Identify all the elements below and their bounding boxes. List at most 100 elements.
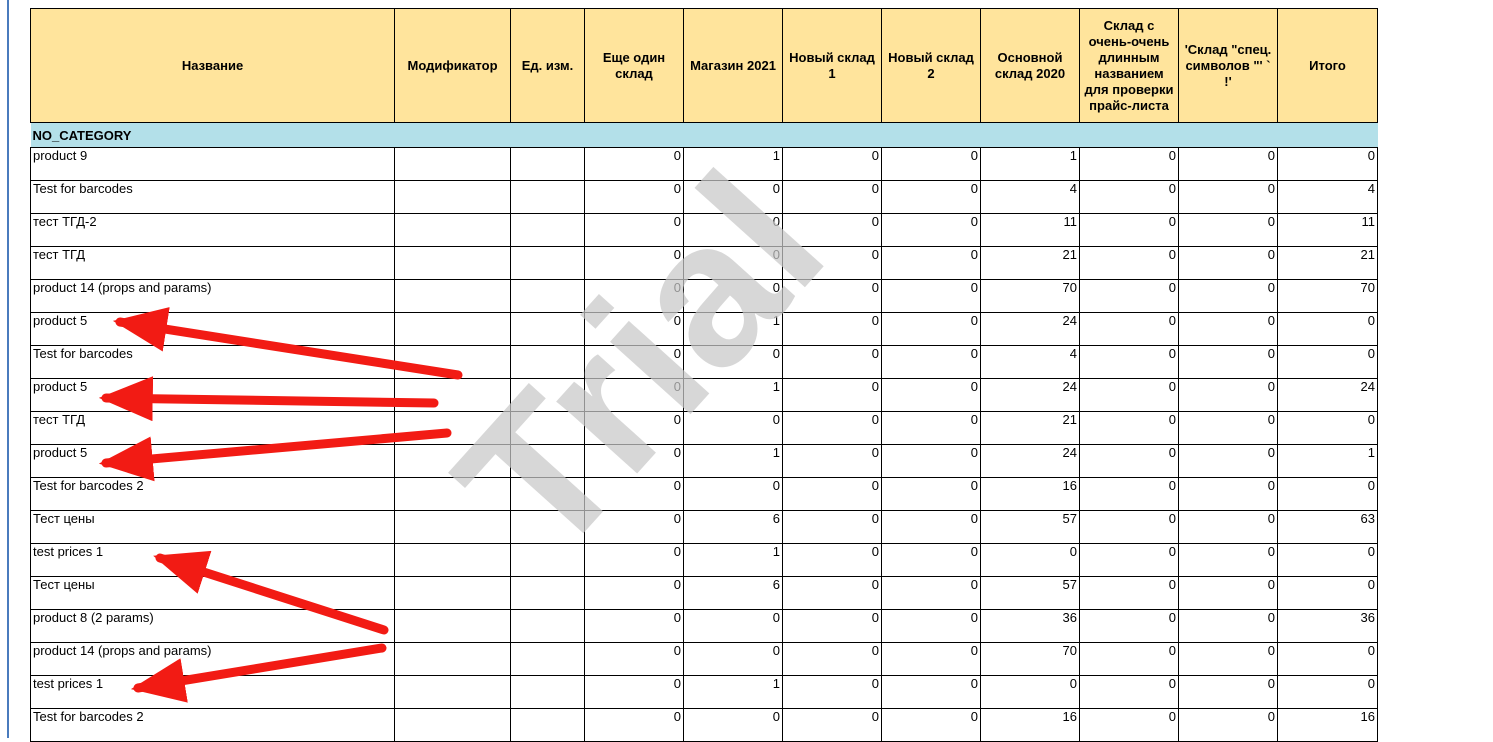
stock-cell: 0	[1079, 213, 1179, 247]
stock-cell: 0	[683, 609, 783, 643]
stock-cell: 0	[881, 708, 981, 742]
stock-cell: 0	[1079, 543, 1179, 577]
stock-cell: 0	[1079, 378, 1179, 412]
col-header-long-name-warehouse: Склад с очень-очень длинным названием дл…	[1079, 8, 1179, 123]
table-row: test prices 101000000	[30, 543, 1378, 577]
total-cell: 70	[1277, 279, 1378, 313]
product-name-cell: product 9	[30, 147, 395, 181]
stock-cell: 0	[1079, 147, 1179, 181]
stock-cell: 57	[980, 576, 1080, 610]
stock-cell: 0	[782, 609, 882, 643]
stock-cell: 0	[881, 378, 981, 412]
stock-cell: 0	[782, 180, 882, 214]
stock-cell: 0	[881, 345, 981, 379]
stock-cell: 0	[782, 543, 882, 577]
stock-cell: 0	[683, 642, 783, 676]
stock-cell: 0	[782, 510, 882, 544]
stock-cell: 0	[1079, 642, 1179, 676]
stock-cell: 0	[782, 378, 882, 412]
col-header-new-warehouse-1: Новый склад 1	[782, 8, 882, 123]
product-name-cell: product 5	[30, 444, 395, 478]
stock-cell: 0	[1178, 444, 1278, 478]
unit-cell	[510, 411, 585, 445]
stock-cell: 6	[683, 510, 783, 544]
stock-cell: 0	[1079, 444, 1179, 478]
modifier-cell	[394, 213, 511, 247]
product-name-cell: product 14 (props and params)	[30, 279, 395, 313]
unit-cell	[510, 642, 585, 676]
stock-cell: 0	[881, 510, 981, 544]
product-name-cell: product 5	[30, 312, 395, 346]
stock-cell: 0	[782, 576, 882, 610]
unit-cell	[510, 477, 585, 511]
stock-cell: 0	[881, 213, 981, 247]
stock-cell: 0	[1079, 708, 1179, 742]
modifier-cell	[394, 543, 511, 577]
stock-cell: 0	[881, 147, 981, 181]
stock-cell: 0	[881, 642, 981, 676]
product-name-cell: product 14 (props and params)	[30, 642, 395, 676]
unit-cell	[510, 147, 585, 181]
product-name-cell: тест ТГД	[30, 411, 395, 445]
stock-cell: 0	[584, 378, 684, 412]
stock-cell: 11	[980, 213, 1080, 247]
stock-cell: 70	[980, 279, 1080, 313]
stock-cell: 0	[1079, 180, 1179, 214]
stock-cell: 0	[683, 708, 783, 742]
modifier-cell	[394, 312, 511, 346]
modifier-cell	[394, 675, 511, 709]
unit-cell	[510, 444, 585, 478]
stock-cell: 0	[881, 180, 981, 214]
col-header-store-2021: Магазин 2021	[683, 8, 783, 123]
table-row: Test for barcodes 2 0 0 0 0 16 0 0 16	[30, 708, 1378, 742]
stock-cell: 0	[1079, 477, 1179, 511]
total-cell: 0	[1277, 147, 1378, 181]
stock-cell: 0	[881, 609, 981, 643]
stock-cell: 1	[683, 147, 783, 181]
stock-cell: 0	[1079, 576, 1179, 610]
product-name-cell: Тест цены	[30, 510, 395, 544]
stock-cell: 0	[584, 279, 684, 313]
modifier-cell	[394, 411, 511, 445]
col-header-unit: Ед. изм.	[510, 8, 585, 123]
stock-cell: 0	[683, 345, 783, 379]
stock-cell: 0	[683, 411, 783, 445]
stock-cell: 0	[584, 444, 684, 478]
table-row: product 5 0 1 0 0 24 0 0 1	[30, 444, 1378, 478]
stock-cell: 0	[1178, 477, 1278, 511]
stock-cell: 16	[980, 477, 1080, 511]
stock-cell: 0	[584, 708, 684, 742]
modifier-cell	[394, 279, 511, 313]
stock-cell: 0	[1079, 675, 1179, 709]
unit-cell	[510, 213, 585, 247]
table-row: Тест цены 0 6 0 0 57 0 0 63	[30, 510, 1378, 544]
modifier-cell	[394, 147, 511, 181]
stock-cell: 21	[980, 246, 1080, 280]
col-header-main-warehouse-2020: Основной склад 2020	[980, 8, 1080, 123]
stock-cell: 21	[980, 411, 1080, 445]
stock-cell: 4	[980, 345, 1080, 379]
modifier-cell	[394, 576, 511, 610]
stock-cell: 0	[782, 213, 882, 247]
stock-cell: 0	[584, 642, 684, 676]
stock-cell: 0	[782, 675, 882, 709]
stock-cell: 0	[584, 543, 684, 577]
stock-cell: 0	[1178, 543, 1278, 577]
stock-cell: 0	[1079, 345, 1179, 379]
table-row: product 14 (props and params) 0 0 0 0 70 0 0 70	[30, 279, 1378, 313]
unit-cell	[510, 609, 585, 643]
total-cell: 24	[1277, 378, 1378, 412]
table-row: product 901001000	[30, 147, 1378, 181]
stock-cell: 0	[782, 477, 882, 511]
stock-cell: 0	[1178, 411, 1278, 445]
col-header-name: Название	[30, 8, 395, 123]
stock-cell: 0	[1178, 180, 1278, 214]
stock-cell: 0	[584, 147, 684, 181]
table-row: product 5 0 1 0 0 24 0 0 24	[30, 378, 1378, 412]
stock-cell: 0	[683, 213, 783, 247]
stock-cell: 0	[1079, 609, 1179, 643]
stock-cell: 0	[584, 576, 684, 610]
stock-cell: 0	[584, 675, 684, 709]
stock-cell: 0	[683, 279, 783, 313]
page-border-line	[7, 0, 9, 738]
